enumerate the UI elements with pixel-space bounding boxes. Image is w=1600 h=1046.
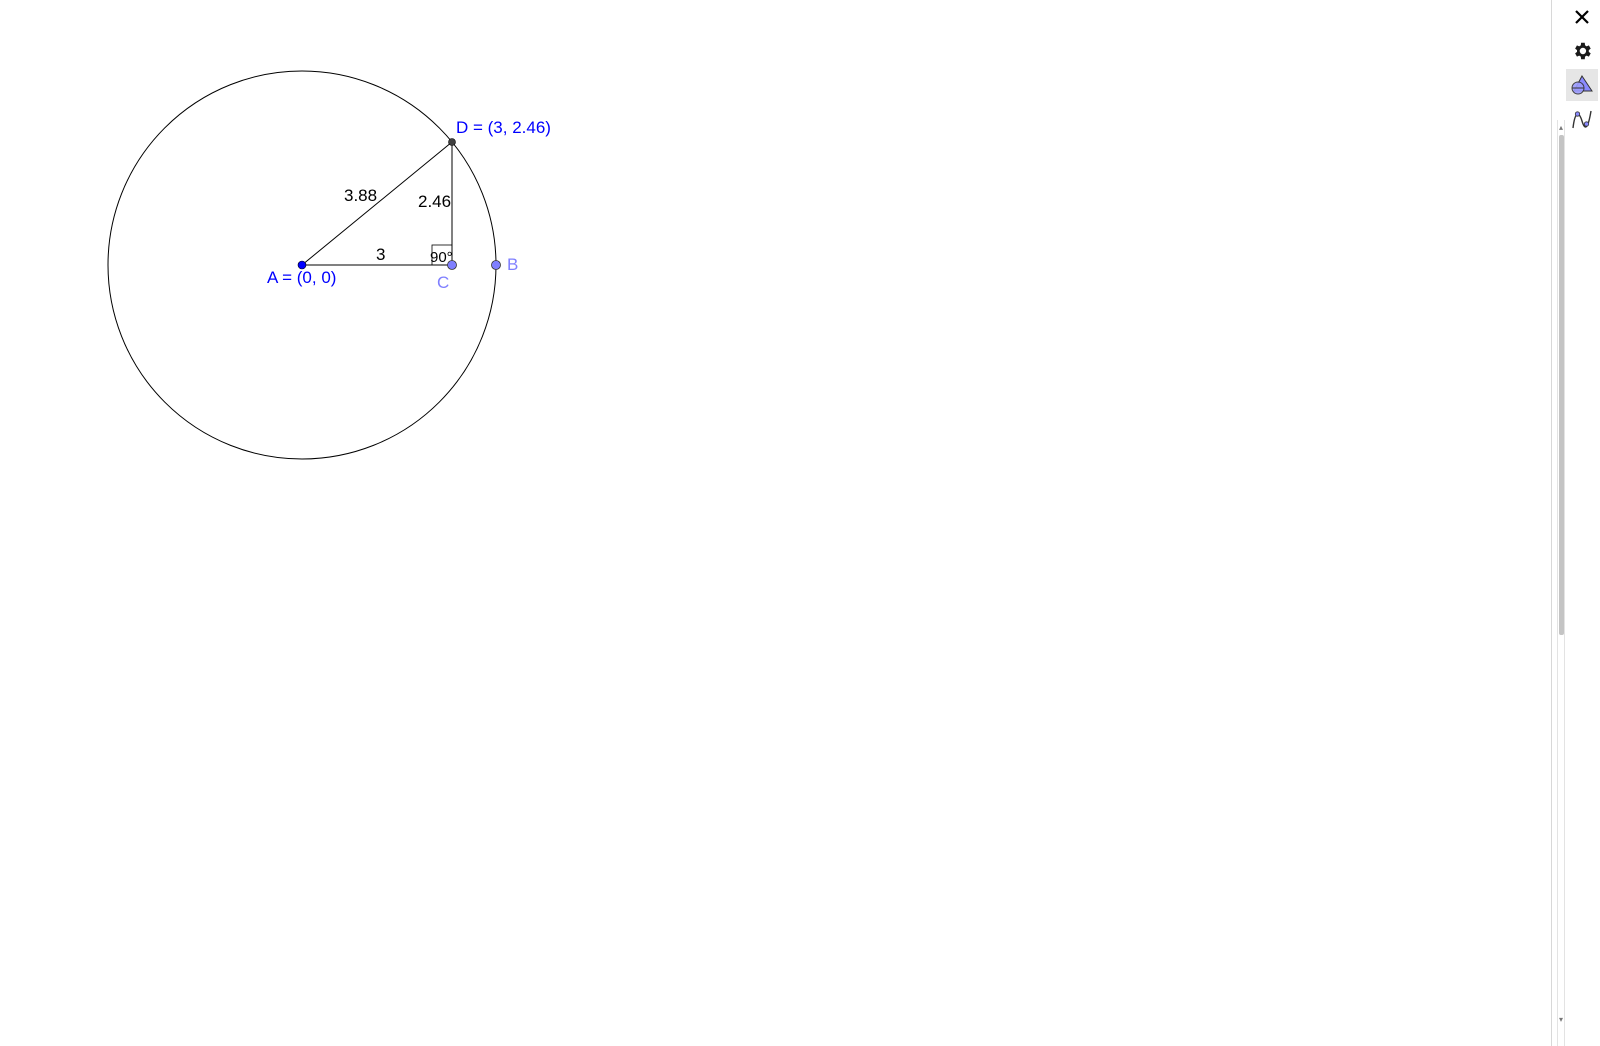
segment-ac-label: 3 [376, 245, 385, 264]
point-a-label: A = (0, 0) [267, 268, 336, 287]
point-c[interactable] [447, 260, 457, 270]
function-graph-icon [1572, 110, 1592, 129]
point-b-label: B [507, 255, 518, 274]
settings-button[interactable] [1566, 35, 1598, 67]
point-c-label: C [437, 273, 449, 292]
close-icon [1575, 10, 1589, 24]
point-b[interactable] [491, 260, 501, 270]
close-button[interactable] [1566, 1, 1598, 33]
geogebra-app: 90° 3.88 2.46 3 A = (0, 0) C B D = (3, 2… [0, 0, 1600, 1046]
graphics-view-toggle[interactable] [1566, 69, 1598, 101]
geometry-view-icon [1571, 75, 1593, 95]
scrollbar-thumb[interactable] [1559, 135, 1564, 635]
segment-ad-label: 3.88 [344, 186, 377, 205]
graphics2-view-toggle[interactable] [1566, 103, 1598, 135]
graphics-view-canvas[interactable]: 90° 3.88 2.46 3 A = (0, 0) C B D = (3, 2… [0, 0, 1551, 1046]
segment-cd-label: 2.46 [418, 192, 451, 211]
gear-icon [1575, 42, 1591, 60]
point-d[interactable] [448, 138, 456, 146]
scroll-down-arrow[interactable]: ▾ [1556, 1016, 1566, 1024]
scroll-up-arrow[interactable]: ▴ [1556, 124, 1566, 132]
side-toolbar: ▴ ▾ [1551, 0, 1600, 1046]
point-d-label: D = (3, 2.46) [456, 118, 551, 137]
